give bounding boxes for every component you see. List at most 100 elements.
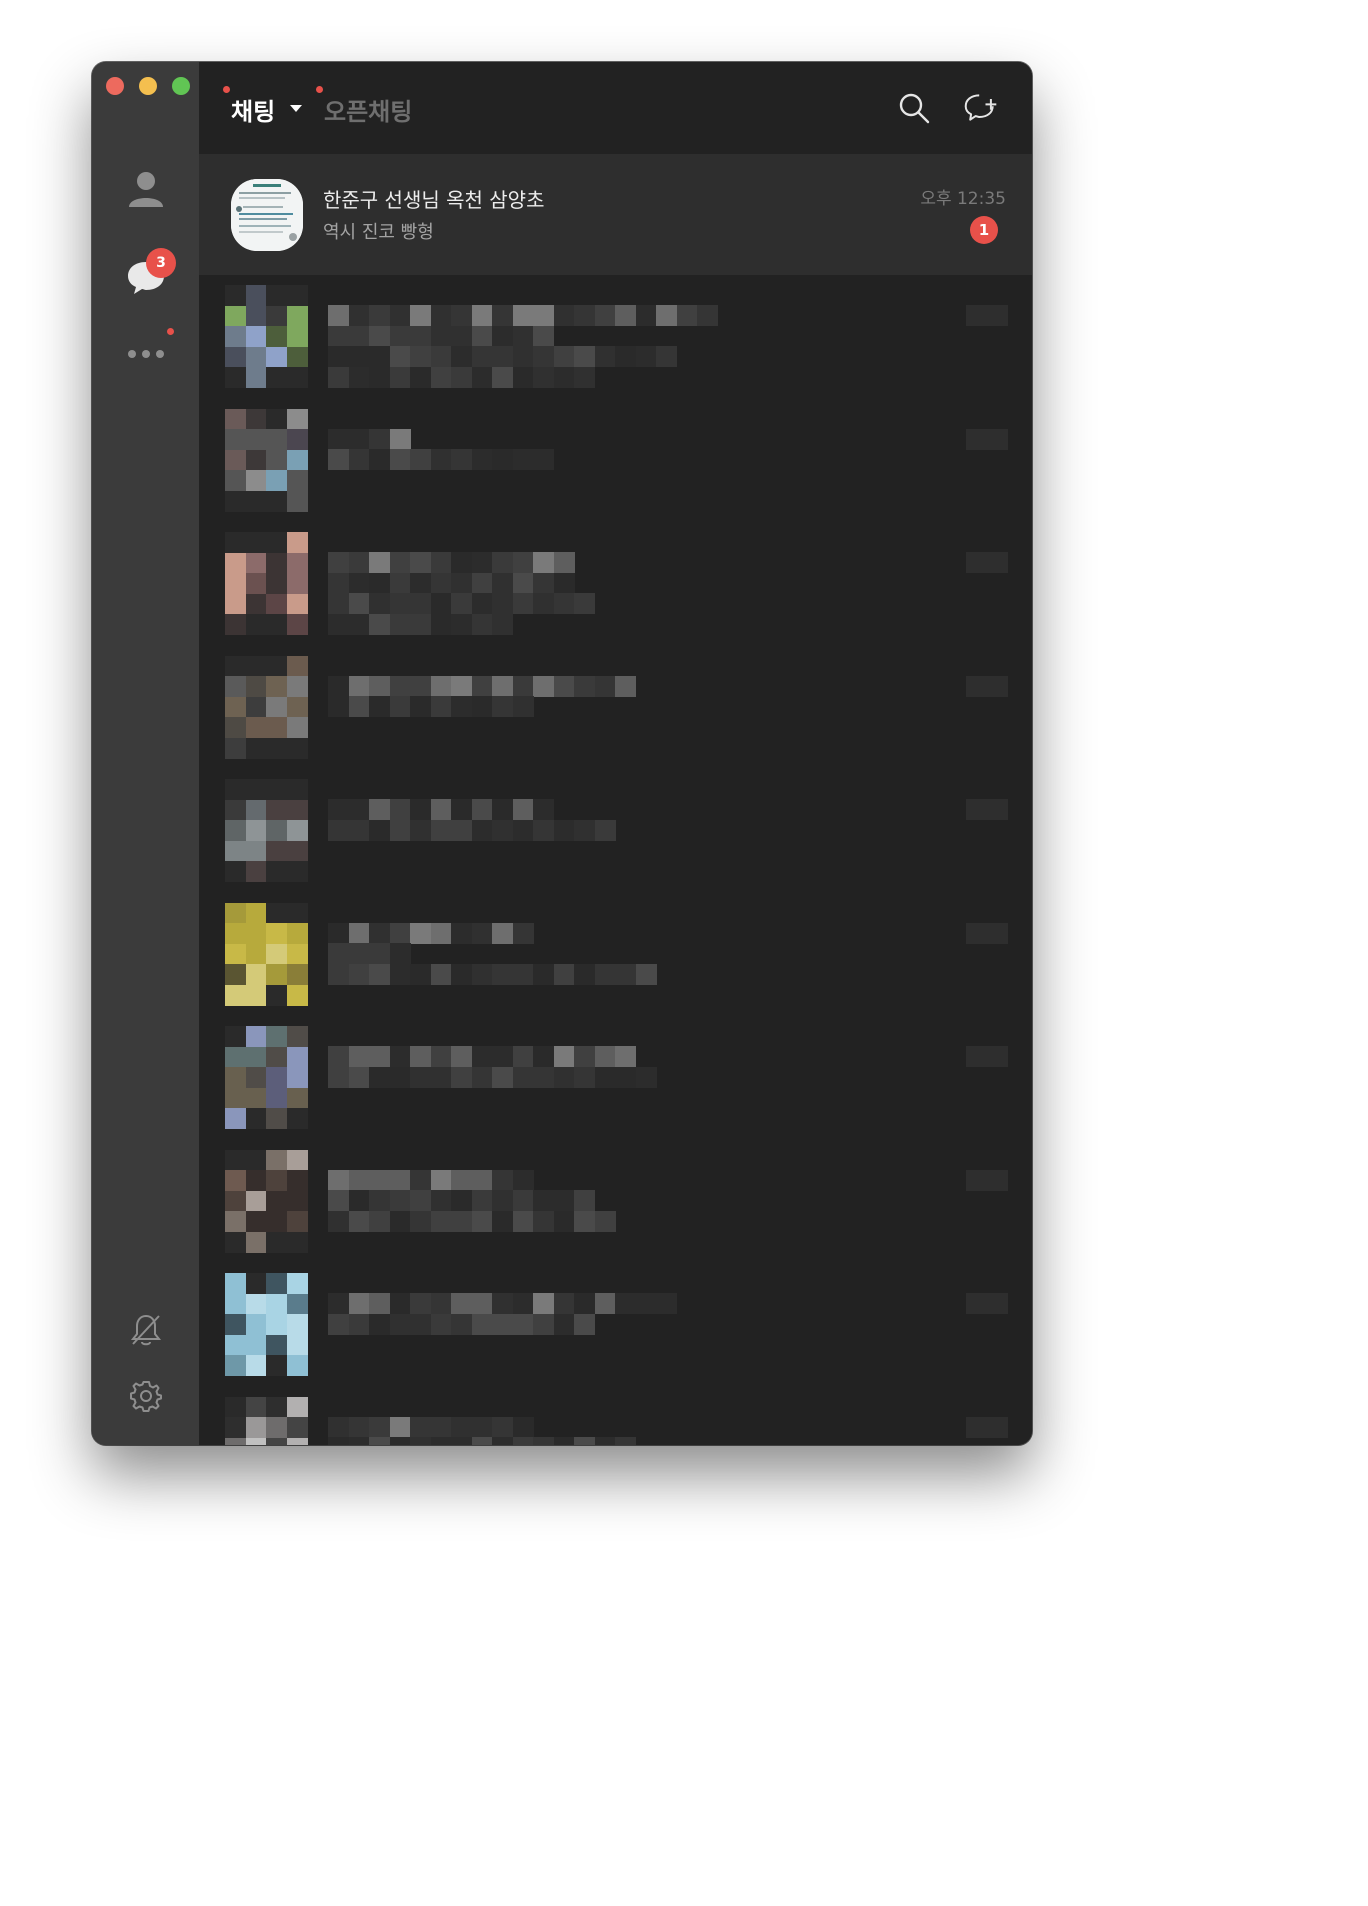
tab-open-chat[interactable]: 오픈채팅 bbox=[324, 92, 412, 127]
open-chat-tab-notification-dot bbox=[316, 86, 323, 93]
pixel-block bbox=[348, 696, 370, 717]
pixel-block bbox=[615, 1046, 636, 1067]
sidebar-item-settings[interactable] bbox=[92, 1376, 199, 1416]
chat-row-blurred[interactable] bbox=[199, 779, 1032, 902]
pixel-block bbox=[451, 552, 472, 573]
pixel-block bbox=[966, 1169, 987, 1191]
pixel-block bbox=[533, 346, 554, 367]
pixel-block bbox=[533, 675, 554, 697]
pixel-block bbox=[245, 1273, 267, 1294]
chat-row-blurred[interactable] bbox=[199, 1396, 1032, 1445]
pixel-block bbox=[451, 1169, 472, 1191]
pixel-block bbox=[286, 1087, 308, 1109]
chevron-down-icon[interactable] bbox=[290, 105, 302, 112]
chat-name: 한준구 선생님 옥천 삼양초 bbox=[323, 188, 545, 212]
pixel-block bbox=[471, 1293, 493, 1314]
pixel-block bbox=[451, 366, 472, 388]
pixel-block bbox=[369, 943, 390, 964]
pixel-block bbox=[451, 572, 472, 594]
pixel-block bbox=[286, 1231, 308, 1253]
pixel-block bbox=[533, 819, 554, 841]
pixel-block bbox=[430, 572, 452, 594]
pixel-block bbox=[369, 675, 390, 697]
pixel-block bbox=[389, 572, 411, 594]
pixel-block bbox=[225, 285, 246, 306]
pixel-block bbox=[225, 799, 246, 821]
chat-row-active[interactable]: 한준구 선생님 옥천 삼양초 역시 진코 빵형 오후 12:35 1 bbox=[199, 154, 1032, 275]
pixel-block bbox=[451, 922, 472, 944]
chat-row-blurred[interactable] bbox=[199, 1149, 1032, 1273]
pixel-block bbox=[389, 1437, 411, 1445]
sidebar-item-friends[interactable] bbox=[92, 166, 199, 212]
pixel-block bbox=[389, 1416, 411, 1438]
pixel-block bbox=[286, 1026, 308, 1047]
pixel-block bbox=[451, 1046, 472, 1067]
pixel-block bbox=[225, 943, 246, 965]
pixel-block bbox=[286, 346, 308, 368]
pixel-block bbox=[266, 552, 287, 574]
pixel-block bbox=[986, 799, 1008, 820]
pixel-block bbox=[266, 984, 287, 1006]
pixel-block bbox=[225, 326, 246, 347]
pixel-block bbox=[348, 675, 370, 697]
search-icon[interactable] bbox=[896, 90, 932, 126]
chat-row-blurred[interactable] bbox=[199, 285, 1032, 408]
pixel-block bbox=[986, 428, 1008, 450]
pixel-block bbox=[286, 676, 308, 697]
chat-row-blurred[interactable] bbox=[199, 655, 1032, 779]
pixel-block bbox=[245, 1314, 267, 1335]
chat-row-blurred[interactable] bbox=[199, 1273, 1032, 1396]
pixel-block bbox=[966, 1293, 987, 1314]
pixel-block bbox=[533, 799, 554, 820]
pixel-block bbox=[533, 572, 554, 594]
pixel-block bbox=[451, 593, 472, 614]
chat-row-blurred[interactable] bbox=[199, 532, 1032, 655]
pixel-block bbox=[286, 573, 308, 594]
chat-row-blurred[interactable] bbox=[199, 1026, 1032, 1149]
pixel-block bbox=[512, 552, 534, 573]
pixel-block bbox=[594, 305, 616, 326]
pixel-block bbox=[245, 1108, 267, 1129]
chat-row-blurred[interactable] bbox=[199, 408, 1032, 532]
pixel-block bbox=[451, 449, 472, 470]
pixel-block bbox=[286, 902, 308, 924]
pixel-block bbox=[574, 1437, 595, 1445]
pixel-block bbox=[266, 676, 287, 697]
pixel-block bbox=[553, 1313, 575, 1335]
pixel-block bbox=[635, 346, 657, 367]
pixel-block bbox=[245, 984, 267, 1006]
sidebar-item-more[interactable] bbox=[92, 344, 199, 364]
pixel-block bbox=[266, 429, 287, 450]
pixel-block bbox=[430, 1313, 452, 1335]
pixel-block bbox=[266, 1087, 287, 1109]
pixel-block bbox=[966, 1046, 987, 1067]
pixel-block bbox=[328, 305, 349, 326]
pixel-block bbox=[389, 305, 411, 326]
pixel-block bbox=[286, 367, 308, 388]
pixel-block bbox=[635, 1066, 657, 1088]
pixel-block bbox=[553, 1293, 575, 1314]
pixel-block bbox=[225, 614, 246, 635]
pixel-block bbox=[286, 1334, 308, 1356]
pixel-block bbox=[266, 1067, 287, 1088]
minimize-window-button[interactable] bbox=[139, 77, 157, 95]
sidebar-item-notifications[interactable] bbox=[92, 1310, 199, 1350]
pixel-block bbox=[635, 963, 657, 985]
pixel-block bbox=[328, 696, 349, 717]
pixel-block bbox=[286, 1067, 308, 1088]
sidebar-item-chats[interactable]: 3 bbox=[92, 248, 199, 300]
pixel-block bbox=[328, 963, 349, 985]
pixel-block bbox=[389, 696, 411, 717]
pixel-block bbox=[615, 1066, 636, 1088]
pixel-block bbox=[676, 305, 698, 326]
new-chat-icon[interactable] bbox=[963, 90, 999, 126]
tab-chat[interactable]: 채팅 bbox=[231, 92, 275, 127]
zoom-window-button[interactable] bbox=[172, 77, 190, 95]
pixel-block bbox=[266, 408, 287, 430]
pixel-block bbox=[245, 840, 267, 862]
pixel-block bbox=[225, 1334, 246, 1356]
pixel-block bbox=[512, 1190, 534, 1211]
chat-row-blurred[interactable] bbox=[199, 902, 1032, 1026]
pixel-block bbox=[266, 1314, 287, 1335]
close-window-button[interactable] bbox=[106, 77, 124, 95]
